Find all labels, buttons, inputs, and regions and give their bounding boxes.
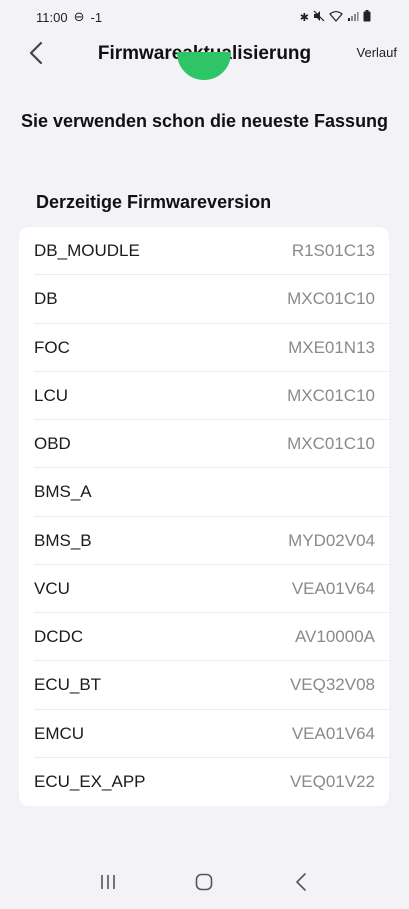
firmware-module-name: BMS_A [34,482,92,502]
firmware-row: BMS_B MYD02V04 [19,517,389,566]
firmware-version: AV10000A [294,627,375,647]
dnd-icon: ⊖ [73,9,85,24]
firmware-row: VCU VEA01V64 [19,565,389,614]
firmware-version: VEQ32V08 [289,675,375,695]
firmware-module-name: EMCU [34,723,85,743]
home-button[interactable] [184,862,224,902]
firmware-module-name: LCU [34,385,69,405]
firmware-version: MXE01N13 [288,337,375,357]
firmware-version: R1S01C13 [291,241,375,261]
status-bar: 11:00 ⊖ -1 ✱ [0,0,409,34]
status-indicator [177,52,231,80]
firmware-row: BMS_A [19,468,389,517]
firmware-version: VEA01V64 [291,578,375,598]
firmware-module-name: BMS_B [34,530,92,550]
firmware-module-name: DB_MOUDLE [34,241,140,261]
back-arrow-icon [296,873,306,891]
firmware-row: DCDC AV10000A [19,613,389,662]
firmware-version: MXC01C10 [287,385,375,405]
mute-icon [313,10,325,25]
wifi-icon [329,10,343,25]
bluetooth-icon: ✱ [299,11,309,24]
recent-apps-icon [101,875,115,889]
firmware-row: ECU_EX_APP VEQ01V22 [19,758,389,806]
firmware-module-name: DCDC [34,627,84,647]
firmware-row: FOC MXE01N13 [19,324,389,373]
firmware-version: MXC01C10 [287,289,375,309]
firmware-module-name: VCU [34,578,70,598]
firmware-module-name: ECU_EX_APP [34,771,146,791]
firmware-module-name: OBD [34,434,71,454]
firmware-version: VEQ01V22 [289,771,375,791]
firmware-version: MYD02V04 [288,530,375,550]
firmware-row: DB_MOUDLE R1S01C13 [19,227,389,276]
firmware-row: DB MXC01C10 [19,275,389,324]
firmware-version: MXC01C10 [287,434,375,454]
navigation-bar [0,855,409,909]
recent-apps-button[interactable] [88,862,128,902]
home-icon [196,873,213,891]
firmware-version: VEA01V64 [291,723,375,743]
firmware-module-name: FOC [34,337,70,357]
section-title: Derzeitige Firmwareversion [36,192,272,212]
history-button[interactable]: Verlauf [357,45,397,60]
signal-icon [347,10,359,25]
firmware-module-name: DB [34,289,58,309]
firmware-row: OBD MXC01C10 [19,420,389,469]
firmware-row: LCU MXC01C10 [19,372,389,421]
up-to-date-message: Sie verwenden schon die neueste Fassung [20,111,389,131]
nav-back-button[interactable] [281,862,321,902]
status-extra: -1 [90,9,103,25]
firmware-module-name: ECU_BT [34,675,102,695]
firmware-row: EMCU VEA01V64 [19,710,389,759]
firmware-row: ECU_BT VEQ32V08 [19,661,389,710]
firmware-list: DB_MOUDLE R1S01C13 DB MXC01C10 FOC MXE01N13 LC… [19,227,389,806]
status-time: 11:00 [36,9,68,25]
battery-icon [363,9,371,25]
